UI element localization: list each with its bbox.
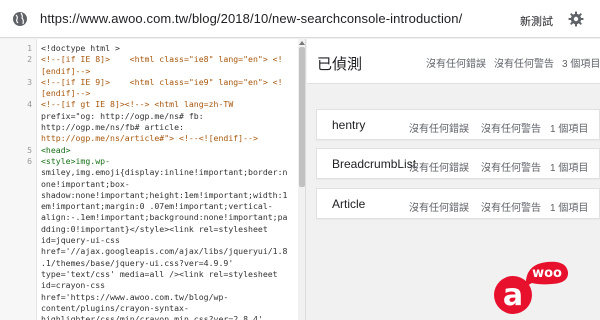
line-code: prefix="og: http://ogp.me/ns# fb: [41,110,204,121]
line-code: em!important;margin:0 .07em!important;ve… [41,201,273,212]
result-card-breadcrumblist[interactable]: BreadcrumbList 沒有任何錯誤 沒有任何警告 1 個項目 [316,148,600,179]
line-number: 4 [27,99,32,110]
detected-title: 已偵測 [317,56,363,73]
line-code: href='https://www.awoo.com.tw/blog/wp- [41,291,229,302]
code-line: content/plugins/crayon-syntax- [0,303,300,314]
card-name: BreadcrumbList [332,157,417,171]
line-code: highlighter/css/min/crayon.min.css?ver=2… [41,314,263,320]
top-bar: https://www.awoo.com.tw/blog/2018/10/new… [0,0,600,38]
line-code: content/plugins/crayon-syntax- [41,302,189,313]
card-name: Article [332,197,366,211]
code-lines: 1 <!doctype html > 2 <!--[if IE 8]> <html c… [0,43,300,320]
card-name: hentry [332,118,366,132]
scroll-up-arrow-icon[interactable] [299,41,305,45]
code-line: 5 <head> [0,145,300,156]
line-code: shadow:none!important;height:1em!importa… [41,189,288,200]
line-code: one!important;box- [41,178,130,189]
code-line: type='text/css' media=all /><link rel=st… [0,269,300,280]
card-warnings: 沒有任何警告 [481,124,541,135]
card-items: 1 個項目 [550,124,589,135]
card-errors: 沒有任何錯誤 [409,124,469,135]
card-items: 1 個項目 [550,203,589,214]
line-code: id=crayon-css [41,280,106,291]
line-code: smiley,img.emoji{display:inline!importan… [41,167,288,178]
code-line: prefix="og: http://ogp.me/ns# fb: [0,111,300,122]
line-code: .1/themes/base/jquery-ui.css?ver=4.9.9' [41,257,234,268]
code-line: .1/themes/base/jquery-ui.css?ver=4.9.9' [0,258,300,269]
code-line: http://ogp.me/ns/article#"> <!--<![endif… [0,133,300,144]
svg-text:a: a [503,278,523,313]
line-code: href='//ajax.googleapis.com/ajax/libs/jq… [41,246,288,257]
result-card-article[interactable]: Article 沒有任何錯誤 沒有任何警告 1 個項目 [316,188,600,219]
code-line: [endif]--> [0,66,300,77]
code-line: id=jquery-ui-css [0,235,300,246]
line-code: <!--[if IE 9]> <html class="ie9" lang="e… [41,76,283,87]
code-scroll-thumb[interactable] [299,47,305,187]
line-code: <!doctype html > [41,43,120,53]
card-errors: 沒有任何錯誤 [409,163,469,174]
code-line: 6 <style>img.wp- [0,156,300,167]
code-line: [endif]--> [0,88,300,99]
detected-items: 3 個項目 [562,59,600,70]
line-code: http://ogp.me/ns/fb# article: [41,122,184,133]
line-code: <head> [41,144,71,155]
line-code: <!--[if IE 8]> <html class="ie8" lang="e… [41,54,283,65]
code-line: 4 <!--[if gt IE 8]><!--> <html lang=zh-TW [0,99,300,110]
line-code: id=jquery-ui-css [41,235,120,246]
globe-icon [13,12,27,26]
code-line: 3 <!--[if IE 9]> <html class="ie9" lang="… [0,77,300,88]
code-line: dding:0!important}</style><link rel=styl… [0,224,300,235]
detected-warnings: 沒有任何警告 [494,59,554,70]
line-number: 1 [27,43,32,53]
gear-icon[interactable] [568,11,584,27]
line-code: type='text/css' media=all /><link rel=st… [41,268,278,279]
code-line: href='//ajax.googleapis.com/ajax/libs/jq… [0,246,300,257]
line-code: <style>img.wp- [41,155,111,166]
code-line: em!important;margin:0 .07em!important;ve… [0,201,300,212]
line-code: align:-.1em!important;background:none!im… [41,212,288,223]
code-line: shadow:none!important;height:1em!importa… [0,190,300,201]
line-number: 3 [27,76,32,87]
line-code: dding:0!important}</style><link rel=styl… [41,223,268,234]
line-number: 5 [27,144,32,155]
line-code: http://ogp.me/ns/article#"> <!--<![endif… [41,133,258,144]
code-line: http://ogp.me/ns/fb# article: [0,122,300,133]
awoo-logo: a woo [494,261,569,314]
code-line: highlighter/css/min/crayon.min.css?ver=2… [0,314,300,320]
code-line: one!important;box- [0,179,300,190]
url-field[interactable]: https://www.awoo.com.tw/blog/2018/10/new… [40,11,462,26]
code-line: align:-.1em!important;background:none!im… [0,212,300,223]
line-number: 2 [27,54,32,65]
code-line: 1 <!doctype html > [0,43,300,54]
line-code: <!--[if gt IE 8]><!--> <html lang=zh-TW [41,99,234,110]
card-warnings: 沒有任何警告 [481,203,541,214]
code-line: 2 <!--[if IE 8]> <html class="ie8" lang="… [0,54,300,65]
detected-errors: 沒有任何錯誤 [426,59,486,70]
source-code-panel[interactable]: 1 <!doctype html > 2 <!--[if IE 8]> <html c… [0,39,306,320]
code-line: id=crayon-css [0,280,300,291]
new-test-button[interactable]: 新測試 [520,13,553,29]
line-code: [endif]--> [41,88,91,99]
line-number: 6 [27,155,32,166]
result-card-hentry[interactable]: hentry 沒有任何錯誤 沒有任何警告 1 個項目 [316,109,600,140]
card-warnings: 沒有任何警告 [481,163,541,174]
card-items: 1 個項目 [550,163,589,174]
code-line: href='https://www.awoo.com.tw/blog/wp- [0,292,300,303]
card-errors: 沒有任何錯誤 [409,203,469,214]
line-code: [endif]--> [41,65,91,76]
svg-text:woo: woo [532,266,562,281]
code-line: smiley,img.emoji{display:inline!importan… [0,167,300,178]
detected-header: 已偵測 沒有任何錯誤 沒有任何警告 3 個項目 [307,39,600,84]
